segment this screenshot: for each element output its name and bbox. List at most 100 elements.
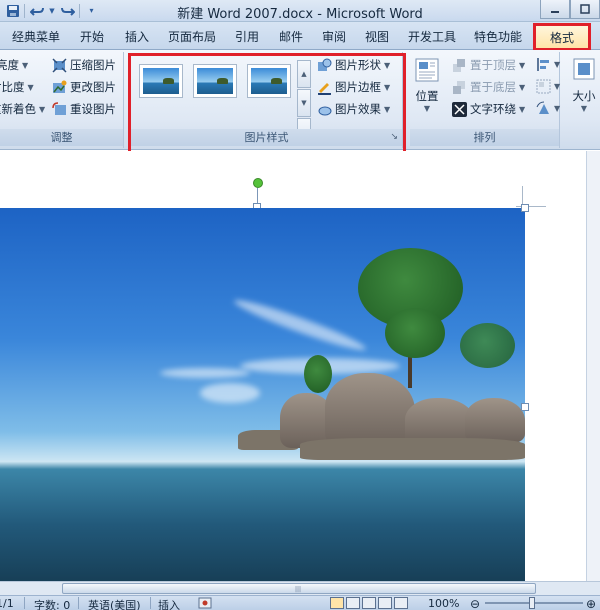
tree [460, 323, 515, 368]
tab-classic-menu[interactable]: 经典菜单 [12, 28, 60, 45]
rotate-button[interactable]: ▼ [536, 101, 560, 116]
bring-to-front-label: 置于顶层 [470, 58, 516, 72]
status-separator [150, 597, 151, 609]
rock [325, 373, 415, 448]
language-indicator[interactable]: 英语(美国) [88, 597, 141, 610]
cloud [160, 368, 250, 378]
horizontal-scrollbar[interactable]: ||| [0, 581, 600, 595]
cloud [200, 383, 260, 403]
selected-picture[interactable] [0, 208, 525, 581]
size-button[interactable]: 大小 ▼ [569, 57, 599, 113]
align-button[interactable]: ▼ [536, 57, 560, 72]
adjust-group: 亮度▼ 对比度▼ 重新着色▼ 压缩图片 更改图片 重设图片 调整 [0, 52, 124, 148]
position-icon [415, 58, 439, 82]
dropdown-arrow-icon: ▼ [519, 82, 526, 92]
brightness-label: 亮度 [0, 58, 19, 72]
brightness-button[interactable]: 亮度 ▼ [0, 57, 28, 73]
reset-picture-label: 重设图片 [70, 102, 116, 116]
macro-record-icon[interactable] [198, 597, 212, 610]
rock-shore [300, 438, 525, 460]
tab-references[interactable]: 引用 [235, 28, 259, 45]
zoom-in-icon[interactable]: ⊕ [586, 597, 596, 610]
outline-view-icon[interactable] [378, 597, 392, 609]
tab-home[interactable]: 开始 [80, 28, 104, 45]
text-wrapping-icon [452, 101, 467, 117]
minimize-button[interactable] [540, 0, 570, 19]
contrast-button[interactable]: 对比度▼ [0, 79, 34, 95]
insert-mode[interactable]: 插入 [158, 597, 180, 610]
position-label: 位置 [415, 89, 439, 103]
ribbon-tabs: 经典菜单 开始 插入 页面布局 引用 邮件 审阅 视图 开发工具 特色功能 格式 [0, 22, 600, 51]
dropdown-arrow-icon: ▼ [554, 104, 561, 113]
tab-mailings[interactable]: 邮件 [279, 28, 303, 45]
dropdown-arrow-icon: ▼ [39, 104, 46, 114]
group-button[interactable]: ▼ [536, 79, 560, 94]
scrollbar-thumb[interactable]: ||| [62, 583, 536, 594]
resize-handle-right[interactable] [521, 403, 529, 411]
maximize-button[interactable] [570, 0, 600, 19]
window-title: 新建 Word 2007.docx - Microsoft Word [177, 7, 423, 22]
draft-view-icon[interactable] [394, 597, 408, 609]
rotate-icon [536, 101, 549, 114]
size-label: 大小 [572, 89, 596, 103]
zoom-level[interactable]: 100% [428, 597, 459, 610]
compress-pictures-label: 压缩图片 [70, 58, 116, 72]
zoom-out-icon[interactable]: ⊖ [470, 597, 480, 610]
text-wrapping-label: 文字环绕 [470, 102, 516, 116]
tree [385, 308, 445, 358]
change-picture-label: 更改图片 [70, 80, 116, 94]
full-screen-reading-view-icon[interactable] [346, 597, 360, 609]
print-layout-view-icon[interactable] [330, 597, 344, 609]
size-icon [573, 58, 595, 80]
document-area[interactable] [0, 151, 600, 581]
size-group: 大小 ▼ [565, 52, 600, 148]
dropdown-arrow-icon: ▼ [554, 60, 561, 69]
dropdown-arrow-icon: ▼ [423, 104, 431, 113]
send-to-back-icon [453, 80, 465, 94]
cloud [231, 294, 369, 356]
tab-review[interactable]: 审阅 [322, 28, 346, 45]
contrast-label: 对比度 [0, 80, 25, 94]
tree [304, 355, 332, 393]
vertical-ruler [586, 151, 600, 581]
dropdown-arrow-icon: ▼ [27, 82, 34, 92]
position-button[interactable]: 位置 ▼ [414, 57, 440, 113]
bring-to-front-icon [453, 58, 465, 72]
dropdown-arrow-icon: ▼ [519, 104, 526, 114]
arrange-group-label: 排列 [410, 129, 559, 146]
adjust-group-label: 调整 [0, 129, 123, 146]
text-wrapping-button[interactable]: 文字环绕 ▼ [452, 101, 525, 117]
bring-to-front-button[interactable]: 置于顶层 ▼ [452, 57, 525, 73]
window-controls [540, 0, 600, 19]
tab-format[interactable]: 格式 [533, 23, 591, 51]
dropdown-arrow-icon: ▼ [519, 60, 526, 70]
dropdown-arrow-icon: ▼ [554, 82, 561, 91]
status-bar: 1/1 字数: 0 英语(美国) 插入 100% ⊖ ⊕ [0, 595, 600, 610]
page-indicator[interactable]: 1/1 [0, 597, 14, 610]
resize-handle-top-right[interactable] [521, 204, 529, 212]
reset-picture-icon [52, 101, 66, 115]
tab-developer[interactable]: 开发工具 [408, 28, 456, 45]
zoom-slider-knob[interactable] [529, 597, 535, 609]
status-separator [24, 597, 25, 609]
send-to-back-label: 置于底层 [470, 80, 516, 94]
word-count[interactable]: 字数: 0 [34, 597, 70, 610]
tab-insert[interactable]: 插入 [125, 28, 149, 45]
send-to-back-button[interactable]: 置于底层 ▼ [452, 79, 525, 95]
highlight-box [128, 53, 406, 159]
change-picture-icon [53, 80, 67, 93]
rotation-handle[interactable] [253, 178, 263, 188]
tab-page-layout[interactable]: 页面布局 [168, 28, 216, 45]
reset-picture-button[interactable]: 重设图片 [52, 101, 116, 117]
group-icon [536, 79, 551, 94]
align-icon [537, 58, 549, 71]
scrollbar-grip-icon: ||| [295, 586, 302, 593]
dropdown-arrow-icon: ▼ [580, 104, 588, 113]
web-layout-view-icon[interactable] [362, 597, 376, 609]
change-picture-button[interactable]: 更改图片 [52, 79, 116, 95]
tab-view[interactable]: 视图 [365, 28, 389, 45]
arrange-group: 位置 ▼ 置于顶层 ▼ 置于底层 ▼ 文字环绕 ▼ ▼ ▼ ▼ 排列 [410, 52, 560, 148]
tab-special-features[interactable]: 特色功能 [474, 28, 522, 45]
compress-pictures-button[interactable]: 压缩图片 [52, 57, 116, 73]
recolor-button[interactable]: 重新着色▼ [0, 101, 45, 117]
